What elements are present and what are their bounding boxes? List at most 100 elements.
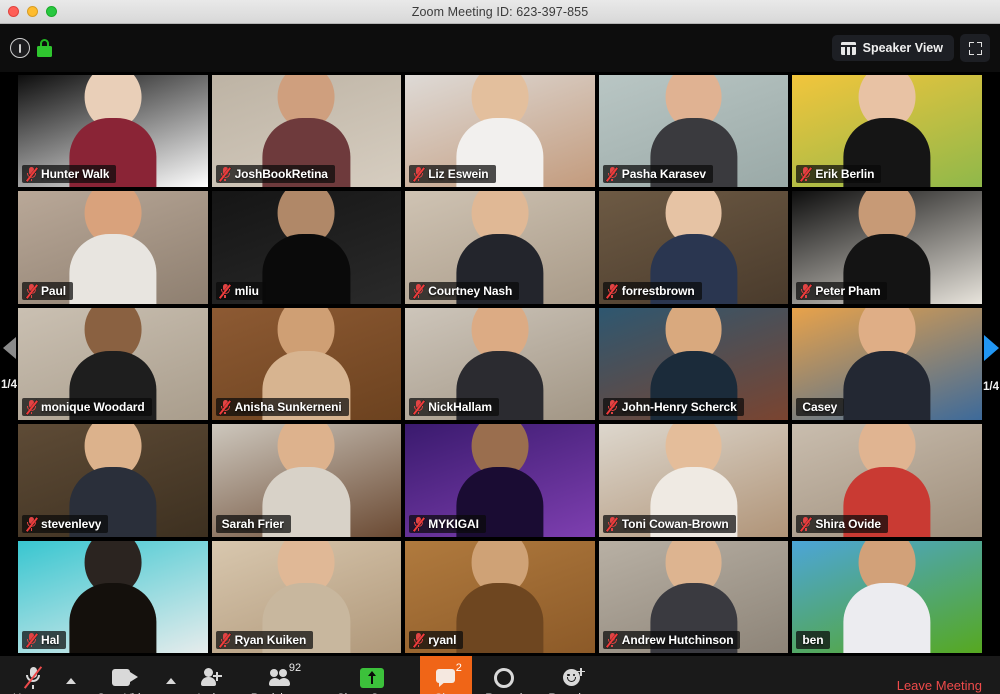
chevron-up-icon [166,678,177,684]
participant-tile[interactable]: Toni Cowan-Brown [598,424,789,537]
video-gallery-stage: 1/4 1/4 Hunter Walk JoshBookRetina Liz Esw… [0,72,1000,656]
microphone-muted-icon [412,516,425,532]
add-person-icon [200,666,222,690]
participant-nameplate: ben [796,631,831,649]
toolbar-unmute-button[interactable]: Unmute [0,656,66,694]
toolbar-participants-button[interactable]: 92Participants [238,656,324,694]
participant-body-silhouette [262,234,350,304]
participant-nameplate: mliu [215,281,266,300]
close-window-button[interactable] [8,6,19,17]
participant-tile[interactable]: Andrew Hutchinson [598,540,789,653]
participant-tile[interactable]: NickHallam [405,307,595,421]
microphone-muted-icon [799,516,812,532]
meeting-title: Zoom Meeting ID: 623-397-855 [411,4,589,19]
participant-nameplate: Hunter Walk [22,165,117,184]
toolbar-stop-video-options-button[interactable] [166,656,184,694]
participant-tile[interactable]: Paul [18,191,208,304]
speaker-view-toggle[interactable]: Speaker View [831,35,954,61]
participant-tile[interactable]: mliu [211,191,402,304]
toolbar-unmute-options-button[interactable] [66,656,84,694]
enter-fullscreen-icon [968,41,982,55]
meeting-controls-toolbar: Unmute Stop Video Invite92ParticipantsShar… [0,656,1000,694]
info-icon[interactable] [10,38,30,58]
microphone-muted-icon [23,666,42,690]
participant-body-silhouette [843,583,931,653]
participant-name: Sarah Frier [221,516,284,531]
share-screen-icon [360,666,385,690]
microphone-muted-icon [412,400,425,415]
microphone-muted-icon [412,283,425,299]
toolbar-invite-button[interactable]: Invite [184,656,238,694]
microphone-muted-icon [606,167,619,183]
next-page-button[interactable]: 1/4 [982,72,1000,656]
participant-name: Hunter Walk [41,167,110,182]
enter-fullscreen-button[interactable] [960,34,990,62]
toolbar-share-screen-button[interactable]: Share Screen [324,656,420,694]
participant-name: stevenlevy [41,516,102,531]
minimize-window-button[interactable] [27,6,38,17]
participant-name: MYKIGAI [428,516,479,531]
reactions-smiley-icon [562,666,585,690]
page-indicator-right: 1/4 [983,381,999,393]
microphone-muted-icon [219,283,231,299]
participant-nameplate: John-Henry Scherck [602,398,744,417]
microphone-muted-icon [219,167,231,183]
participant-name: Courtney Nash [428,283,513,298]
previous-page-button[interactable]: 1/4 [0,72,18,656]
toolbar-record-button[interactable]: Record [472,656,535,694]
leave-meeting-button[interactable]: Leave Meeting [897,656,982,694]
participant-tile[interactable]: Casey [792,307,982,421]
microphone-muted-icon [799,283,812,299]
page-indicator-left: 1/4 [1,379,17,391]
participant-body-silhouette [456,583,544,653]
participant-tile[interactable]: John-Henry Scherck [598,307,789,421]
participant-name: Pasha Karasev [621,167,706,182]
participant-tile[interactable]: stevenlevy [18,424,208,537]
participant-tile[interactable]: Sarah Frier [211,424,402,537]
chevron-left-icon [2,337,16,359]
toolbar-button-group: Unmute Stop Video Invite92ParticipantsShar… [0,656,612,694]
participant-name: JoshBookRetina [234,167,328,182]
toolbar-reactions-button[interactable]: Reactions [535,656,612,694]
participant-nameplate: monique Woodard [22,398,152,417]
meeting-topbar: Speaker View [0,24,1000,72]
record-circle-icon [493,666,514,690]
encryption-lock-icon[interactable] [37,39,52,57]
participant-tile[interactable]: Anisha Sunkerneni [211,307,402,421]
participant-tile[interactable]: Courtney Nash [405,191,595,304]
microphone-muted-icon [606,283,619,299]
speaker-view-label: Speaker View [862,41,943,55]
participant-tile[interactable]: MYKIGAI [405,424,595,537]
participant-tile[interactable]: Hunter Walk [18,75,208,188]
chevron-right-icon [983,335,999,361]
participant-tile[interactable]: Ryan Kuiken [211,540,402,653]
participant-name: Peter Pham [815,283,881,298]
participant-tile[interactable]: Liz Eswein [405,75,595,188]
microphone-muted-icon [606,516,619,532]
microphone-muted-icon [25,633,38,648]
participant-nameplate: Peter Pham [796,281,888,300]
participant-nameplate: Pasha Karasev [602,165,713,184]
participant-tile[interactable]: JoshBookRetina [211,75,402,188]
participant-tile[interactable]: forrestbrown [598,191,789,304]
participant-tile[interactable]: Pasha Karasev [598,75,789,188]
participant-name: Toni Cowan-Brown [621,516,729,531]
participant-tile[interactable]: Peter Pham [792,191,982,304]
maximize-window-button[interactable] [46,6,57,17]
toolbar-chat-button[interactable]: 2Chat [420,656,473,694]
toolbar-stop-video-button[interactable]: Stop Video [84,656,166,694]
chevron-up-icon [66,678,77,684]
participant-tile[interactable]: Shira Ovide [792,424,982,537]
participant-nameplate: JoshBookRetina [215,165,335,184]
microphone-muted-icon [412,167,425,183]
participant-name: NickHallam [428,400,492,415]
participant-tile[interactable]: Erik Berlin [792,75,982,188]
participant-tile[interactable]: ryanl [405,540,595,653]
participant-name: Hal [41,633,60,647]
participant-tile[interactable]: monique Woodard [18,307,208,421]
microphone-muted-icon [799,167,812,183]
microphone-muted-icon [219,633,231,648]
participant-nameplate: Hal [22,631,67,649]
participant-tile[interactable]: Hal [18,540,208,653]
participant-tile[interactable]: ben [792,540,982,653]
